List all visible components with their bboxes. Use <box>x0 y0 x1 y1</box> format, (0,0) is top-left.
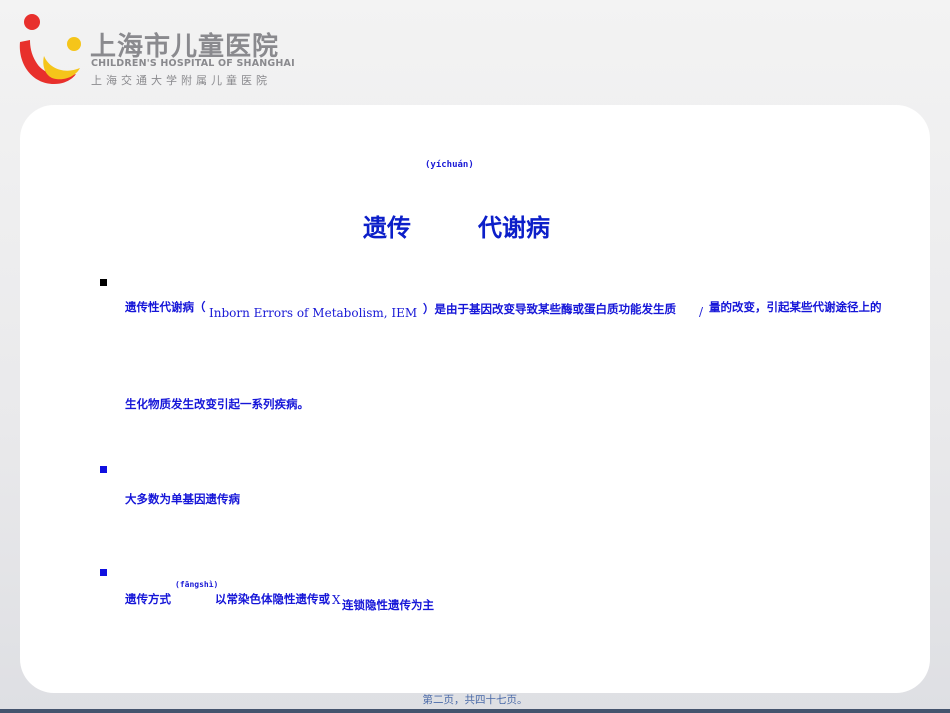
hospital-logo: 上海市儿童医院 CHILDREN'S HOSPITAL OF SHANGHAI … <box>14 12 314 92</box>
bullet-3-x-letter: X <box>332 593 341 607</box>
bullet-3-ruby-annotation: (fāngshì) <box>175 580 219 589</box>
title-ruby-annotation: (yíchuán) <box>425 160 474 170</box>
bottom-divider <box>0 709 950 713</box>
logo-english-name: CHILDREN'S HOSPITAL OF SHANGHAI <box>91 58 295 69</box>
bullet-1-line2: 生化物质发生改变引起一系列疾病。 <box>125 397 309 411</box>
bullet-1-slash: / <box>699 305 704 319</box>
bullet-3-middle: 以常染色体隐性遗传或 <box>215 592 330 606</box>
bullet-1-english-term: Inborn Errors of Metabolism, IEM <box>209 306 418 320</box>
bullet-3-tail: 连锁隐性遗传为主 <box>342 598 434 612</box>
bullet-marker <box>100 279 107 286</box>
bullet-3-prefix: 遗传方式 <box>125 592 171 606</box>
slide-title-part2: 代谢病 <box>478 214 550 242</box>
bullet-marker <box>100 466 107 473</box>
bullet-1-description: ）是由于基因改变导致某些酶或蛋白质功能发生质 <box>423 302 676 316</box>
bullet-marker <box>100 569 107 576</box>
bullet-2-text: 大多数为单基因遗传病 <box>125 492 240 506</box>
hospital-logo-mark-icon <box>19 14 81 84</box>
bullet-1-prefix: 遗传性代谢病（ <box>125 300 206 314</box>
page-footer: 第二页，共四十七页。 <box>422 694 528 706</box>
logo-subtitle: 上海交通大学附属儿童医院 <box>91 74 271 87</box>
slide-title-part1: 遗传 <box>363 214 411 242</box>
slide-content-card: (yíchuán) 遗传 代谢病 遗传性代谢病（ Inborn Errors o… <box>20 105 930 693</box>
bullet-1-tail: 量的改变，引起某些代谢途径上的 <box>709 300 882 314</box>
